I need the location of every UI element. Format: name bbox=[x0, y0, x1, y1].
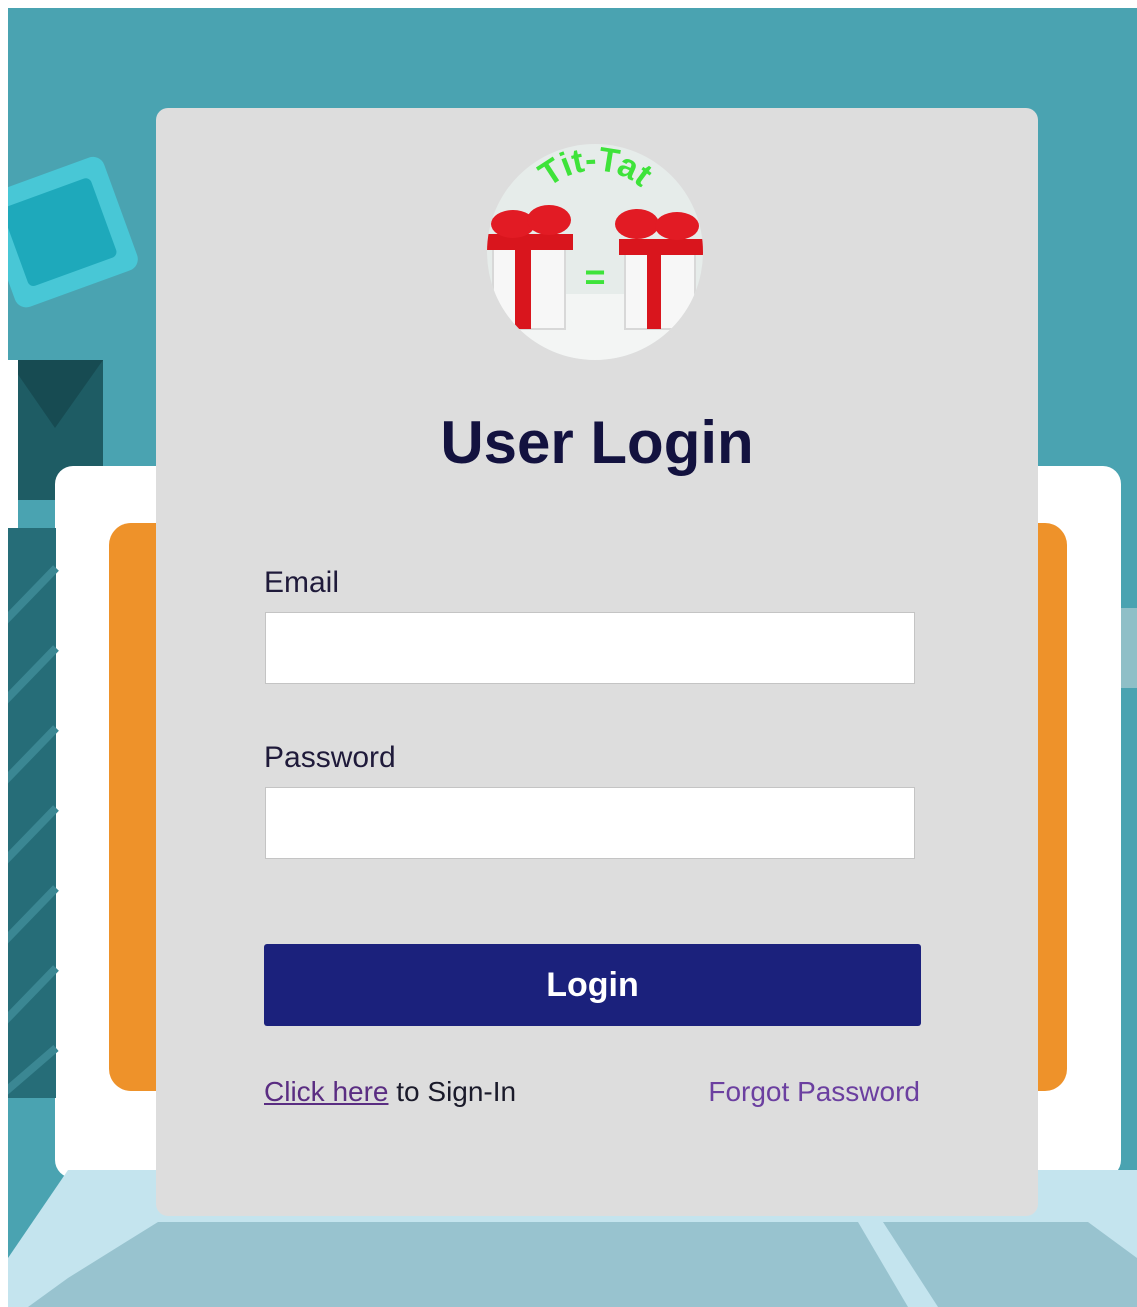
password-label: Password bbox=[264, 741, 396, 774]
login-button[interactable]: Login bbox=[264, 944, 921, 1026]
login-card: Tit-Tat = User Login Email Password Logi… bbox=[156, 108, 1038, 1216]
signin-suffix: to Sign-In bbox=[388, 1076, 517, 1107]
svg-text:=: = bbox=[584, 256, 605, 297]
signin-row: Click here to Sign-In bbox=[264, 1076, 516, 1108]
email-label: Email bbox=[264, 566, 340, 599]
background-scene: Tit-Tat = User Login Email Password Logi… bbox=[8, 8, 1137, 1307]
tit-tat-logo: Tit-Tat = bbox=[487, 144, 703, 360]
forgot-password-link[interactable]: Forgot Password bbox=[708, 1076, 920, 1108]
email-input[interactable] bbox=[265, 612, 915, 684]
password-input[interactable] bbox=[265, 787, 915, 859]
page-title: User Login bbox=[440, 409, 754, 476]
signin-link[interactable]: Click here bbox=[264, 1076, 388, 1107]
